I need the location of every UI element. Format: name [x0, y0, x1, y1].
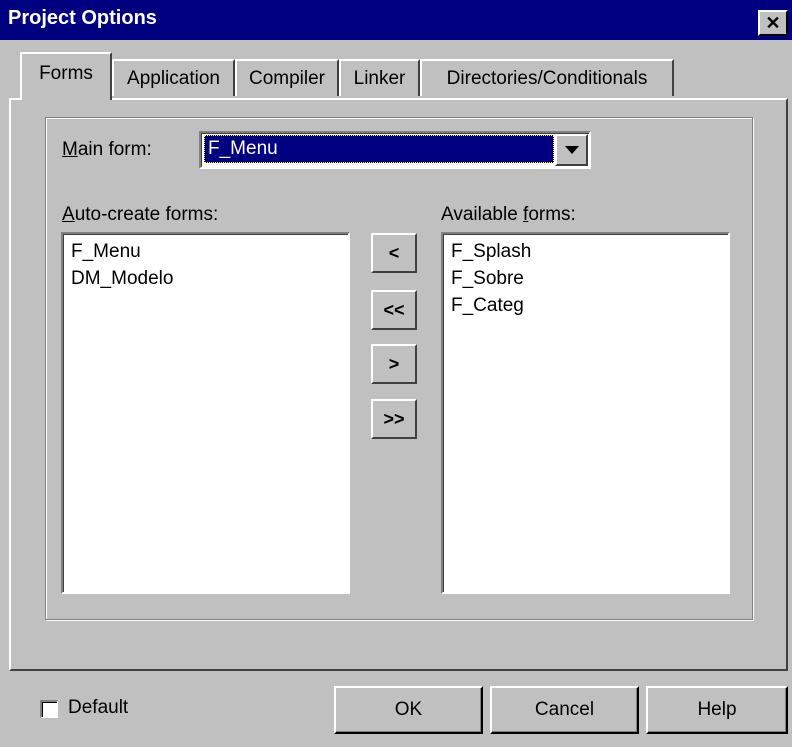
include-all-button[interactable]: << — [371, 290, 417, 330]
list-item[interactable]: F_Categ — [451, 292, 720, 319]
list-item[interactable]: F_Menu — [71, 238, 340, 265]
tab-linker[interactable]: Linker — [339, 59, 420, 96]
double-chevron-right-icon: >> — [383, 408, 405, 429]
chevron-down-icon — [564, 146, 579, 154]
main-form-value: F_Menu — [204, 135, 554, 163]
available-forms-label: Available forms: — [441, 204, 576, 225]
tab-label: Forms — [39, 63, 93, 84]
list-item[interactable]: F_Sobre — [451, 265, 720, 292]
help-button-label: Help — [697, 699, 737, 720]
combo-dropdown-button[interactable] — [555, 134, 588, 166]
auto-create-label: Auto-create forms: — [62, 204, 219, 225]
available-forms-listbox[interactable]: F_Splash F_Sobre F_Categ — [441, 232, 730, 594]
exclude-all-button[interactable]: >> — [371, 399, 417, 439]
double-chevron-left-icon: << — [383, 299, 405, 320]
ok-button-label: OK — [394, 699, 423, 720]
tab-label: Linker — [353, 67, 406, 89]
chevron-right-icon: > — [388, 353, 400, 374]
include-button[interactable]: < — [371, 233, 417, 273]
close-icon: ✕ — [765, 13, 781, 33]
auto-create-listbox[interactable]: F_Menu DM_Modelo — [61, 232, 350, 594]
cancel-button[interactable]: Cancel — [490, 686, 639, 734]
default-checkbox[interactable] — [40, 700, 58, 718]
default-checkbox-label: Default — [68, 697, 129, 718]
tab-compiler[interactable]: Compiler — [235, 59, 339, 96]
tab-application[interactable]: Application — [112, 59, 235, 96]
main-form-label: Main form: — [62, 139, 152, 160]
chevron-left-icon: < — [388, 242, 400, 263]
tab-forms[interactable]: Forms — [20, 52, 112, 100]
list-item[interactable]: DM_Modelo — [71, 265, 340, 292]
cancel-button-label: Cancel — [534, 699, 595, 720]
close-button[interactable]: ✕ — [758, 10, 788, 36]
tab-label: Application — [127, 67, 220, 89]
window-title: Project Options — [8, 7, 157, 29]
list-item[interactable]: F_Splash — [451, 238, 720, 265]
help-button[interactable]: Help — [646, 686, 788, 734]
tab-label: Directories/Conditionals — [446, 67, 648, 89]
tab-label: Compiler — [248, 67, 326, 89]
tab-directories-conditionals[interactable]: Directories/Conditionals — [420, 59, 674, 96]
ok-button[interactable]: OK — [334, 686, 483, 734]
exclude-button[interactable]: > — [371, 344, 417, 384]
